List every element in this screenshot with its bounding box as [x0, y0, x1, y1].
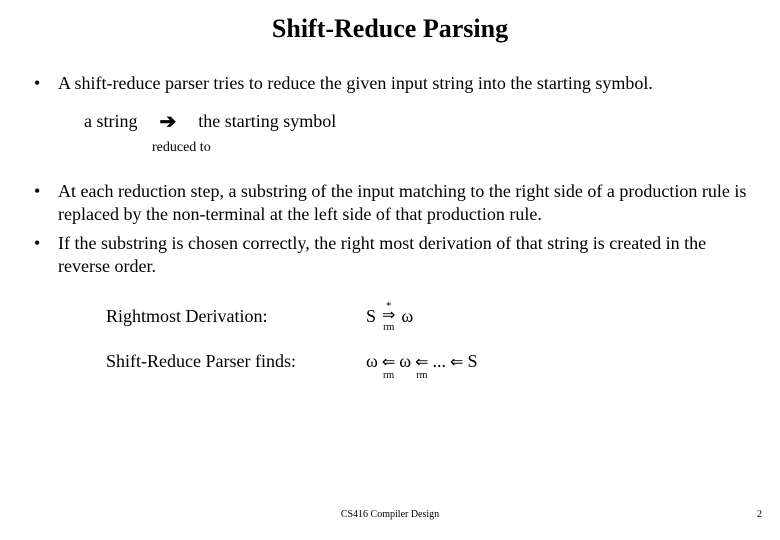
right-arrow-icon: ➔ [160, 109, 177, 134]
double-left-arrow-icon: ⇐ [415, 354, 428, 371]
page-number: 2 [757, 509, 762, 520]
reduction-rhs: the starting symbol [198, 111, 336, 132]
symbol-S: S [467, 351, 477, 372]
reduces-arrow-icon: ⇐ [450, 352, 463, 372]
reduction-row: a string ➔ the starting symbol [84, 109, 752, 134]
sr-expr: ω ⇐ rm ω ⇐ rm ... ⇐ S [366, 351, 477, 372]
ellipsis: ... [433, 351, 447, 372]
reduction-lhs: a string [84, 111, 138, 132]
reduction-caption: reduced to [152, 140, 752, 156]
rightmost-label: Rightmost Derivation: [106, 306, 366, 327]
double-left-arrow-icon: ⇐ [382, 354, 395, 371]
symbol-omega: ω [366, 351, 378, 372]
rm-subscript: rm [383, 324, 394, 332]
double-left-arrow-icon: ⇐ [450, 354, 463, 371]
rightmost-expr: S * ⇒ rm ω [366, 306, 413, 327]
rightmost-derivation-row: Rightmost Derivation: S * ⇒ rm ω [106, 306, 752, 327]
rm-subscript: rm [416, 370, 427, 381]
footer-course: CS416 Compiler Design [341, 509, 439, 520]
reduces-arrow-icon: ⇐ rm [382, 352, 395, 372]
bullet-item: At each reduction step, a substring of t… [28, 180, 752, 226]
bullet-list-2: At each reduction step, a substring of t… [28, 180, 752, 278]
symbol-omega: ω [401, 306, 413, 327]
rm-subscript: rm [383, 370, 394, 381]
bullet-item: If the substring is chosen correctly, th… [28, 232, 752, 278]
symbol-S: S [366, 306, 376, 327]
shift-reduce-row: Shift-Reduce Parser finds: ω ⇐ rm ω ⇐ rm… [106, 351, 752, 372]
sr-label: Shift-Reduce Parser finds: [106, 351, 366, 372]
derives-arrow-icon: * ⇒ rm [382, 310, 395, 323]
derivation-block: Rightmost Derivation: S * ⇒ rm ω Shift-R… [106, 306, 752, 372]
slide: Shift-Reduce Parsing A shift-reduce pars… [0, 0, 780, 540]
bullet-item: A shift-reduce parser tries to reduce th… [28, 72, 752, 95]
reduction-block: a string ➔ the starting symbol reduced t… [84, 109, 752, 156]
star-superscript: * [386, 302, 392, 311]
slide-title: Shift-Reduce Parsing [28, 14, 752, 44]
symbol-omega: ω [399, 351, 411, 372]
reduces-arrow-icon: ⇐ rm [415, 352, 428, 372]
bullet-list: A shift-reduce parser tries to reduce th… [28, 72, 752, 95]
